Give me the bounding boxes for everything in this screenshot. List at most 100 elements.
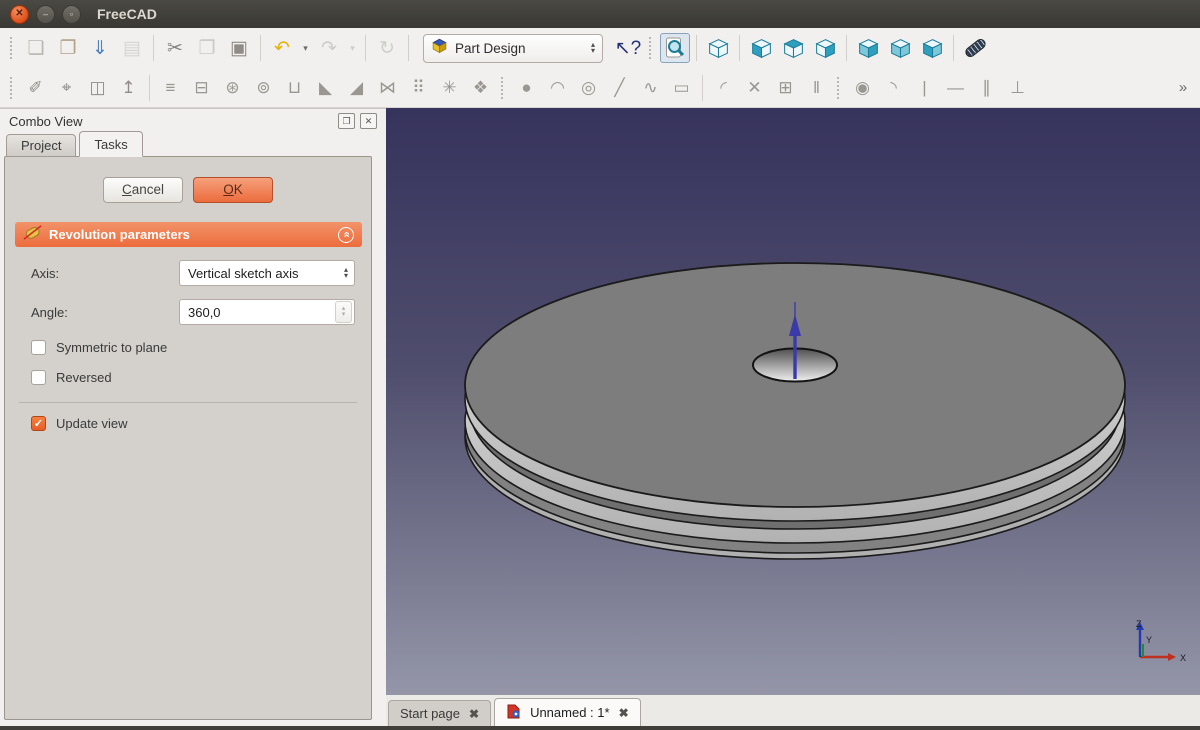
view-fit-all-icon[interactable] [660, 33, 690, 63]
collapse-section-icon[interactable]: « [338, 227, 354, 243]
angle-spinner[interactable]: ▴▾ [335, 301, 352, 323]
toolbar-overflow-icon[interactable]: » [1172, 73, 1194, 103]
create-sketch-icon[interactable]: ✐ [21, 73, 50, 103]
paste-icon[interactable]: ▣ [224, 33, 254, 63]
tab-unnamed-document[interactable]: Unnamed : 1* ✖ [494, 698, 641, 726]
view-bottom-icon[interactable] [885, 33, 915, 63]
chamfer-icon[interactable]: ◣ [311, 73, 340, 103]
external-geometry-icon[interactable]: ⊞ [771, 73, 800, 103]
sketch-rectangle-icon[interactable]: ▭ [667, 73, 696, 103]
copy-icon[interactable]: ❐ [192, 33, 222, 63]
minimize-window-button[interactable]: – [36, 5, 55, 24]
save-document-icon[interactable]: ⇓ [85, 33, 115, 63]
handle-grip [837, 77, 842, 99]
sketch-line-icon[interactable]: ╱ [605, 73, 634, 103]
combo-view-title: Combo View [9, 114, 333, 129]
pocket-icon[interactable]: ⊟ [187, 73, 216, 103]
axis-x-label: X [1180, 653, 1186, 663]
pad-icon[interactable]: ≡ [156, 73, 185, 103]
fillet-icon[interactable]: ⊔ [280, 73, 309, 103]
redo-dropdown-icon[interactable]: ▾ [346, 33, 359, 63]
window-title: FreeCAD [97, 6, 157, 22]
reversed-checkbox[interactable] [31, 370, 46, 385]
sketch-circle-icon[interactable]: ◎ [574, 73, 603, 103]
axis-dropdown-spinner[interactable]: ▴▾ [344, 267, 352, 279]
toggle-construction-icon[interactable]: ‖ [802, 73, 831, 103]
view-axonometric-icon[interactable] [703, 33, 733, 63]
tab-tasks[interactable]: Tasks [79, 131, 142, 157]
print-icon[interactable]: ▤ [117, 33, 147, 63]
revolution-parameters-header[interactable]: Revolution parameters « [15, 222, 362, 247]
handle-grip [649, 37, 654, 59]
view-sketch-icon[interactable]: ⌖ [52, 73, 81, 103]
divider [19, 402, 357, 403]
combo-view-panel: Combo View ❐ ✕ Project Tasks Cancel OK R… [0, 108, 386, 726]
axis-indicator-icon: Z Y X [1136, 619, 1186, 663]
axis-label: Axis: [31, 266, 179, 281]
axis-y-label: Y [1146, 635, 1152, 645]
close-window-button[interactable]: ✕ [10, 5, 29, 24]
close-tab-icon[interactable]: ✖ [469, 707, 479, 721]
tab-start-page[interactable]: Start page ✖ [388, 700, 491, 726]
sketch-fillet-icon[interactable]: ◜ [709, 73, 738, 103]
3d-viewport[interactable]: Z Y X [386, 108, 1200, 695]
revolution-icon[interactable]: ⊛ [218, 73, 247, 103]
constraint-horizontal-icon[interactable]: — [941, 73, 970, 103]
maximize-window-button[interactable]: ▫ [62, 5, 81, 24]
constraint-parallel-icon[interactable]: ∥ [972, 73, 1001, 103]
view-top-icon[interactable] [778, 33, 808, 63]
constraint-vertical-icon[interactable]: | [910, 73, 939, 103]
sketch-arc-icon[interactable]: ◠ [543, 73, 572, 103]
undo-icon[interactable]: ↶ [267, 33, 297, 63]
leave-sketch-icon[interactable]: ↥ [114, 73, 143, 103]
undo-dropdown-icon[interactable]: ▾ [299, 33, 312, 63]
sketch-point-icon[interactable]: ● [512, 73, 541, 103]
polar-pattern-icon[interactable]: ✳ [435, 73, 464, 103]
view-rear-icon[interactable] [853, 33, 883, 63]
window-controls: ✕ – ▫ [10, 5, 81, 24]
angle-input[interactable]: 360,0 ▴▾ [179, 299, 355, 325]
angle-label: Angle: [31, 305, 179, 320]
cancel-button[interactable]: Cancel [103, 177, 183, 203]
update-view-checkbox-row: ✓ Update view [31, 416, 355, 431]
multi-transform-icon[interactable]: ❖ [466, 73, 495, 103]
axis-dropdown-value: Vertical sketch axis [188, 266, 299, 281]
map-sketch-to-face-icon[interactable]: ◫ [83, 73, 112, 103]
refresh-icon[interactable]: ↻ [372, 33, 402, 63]
sketch-polyline-icon[interactable]: ∿ [636, 73, 665, 103]
view-left-icon[interactable] [917, 33, 947, 63]
constraint-tangent-icon[interactable]: ◝ [879, 73, 908, 103]
axis-dropdown[interactable]: Vertical sketch axis ▴▾ [179, 260, 355, 286]
symmetric-checkbox-label: Symmetric to plane [56, 340, 167, 355]
measure-distance-icon[interactable] [960, 33, 990, 63]
view-front-icon[interactable] [746, 33, 776, 63]
groove-icon[interactable]: ⊚ [249, 73, 278, 103]
update-view-checkbox[interactable]: ✓ [31, 416, 46, 431]
sep-divider [702, 75, 703, 101]
angle-input-value: 360,0 [188, 305, 221, 320]
float-panel-button[interactable]: ❐ [338, 113, 355, 129]
view-right-icon[interactable] [810, 33, 840, 63]
sketch-trim-icon[interactable]: ✕ [740, 73, 769, 103]
constraint-perpendicular-icon[interactable]: ⊥ [1003, 73, 1032, 103]
document-icon [506, 704, 521, 722]
tab-project[interactable]: Project [6, 134, 76, 157]
mirrored-icon[interactable]: ⋈ [373, 73, 402, 103]
window-bottom-edge [0, 726, 1200, 730]
axis-field-row: Axis: Vertical sketch axis ▴▾ [31, 260, 355, 286]
close-tab-icon[interactable]: ✖ [619, 706, 629, 720]
open-document-icon[interactable]: ❐ [53, 33, 83, 63]
draft-icon[interactable]: ◢ [342, 73, 371, 103]
workbench-selector-spinner[interactable]: ▴▾ [591, 42, 595, 54]
sep-divider [953, 35, 954, 61]
symmetric-checkbox[interactable] [31, 340, 46, 355]
cut-icon[interactable]: ✂ [160, 33, 190, 63]
close-panel-button[interactable]: ✕ [360, 113, 377, 129]
ok-button[interactable]: OK [193, 177, 273, 203]
new-document-icon[interactable]: ❏ [21, 33, 51, 63]
whats-this-icon[interactable]: ↖? [613, 33, 643, 63]
constraint-coincident-icon[interactable]: ◉ [848, 73, 877, 103]
linear-pattern-icon[interactable]: ⠿ [404, 73, 433, 103]
workbench-selector[interactable]: Part Design ▴▾ [423, 34, 603, 63]
redo-icon[interactable]: ↷ [314, 33, 344, 63]
